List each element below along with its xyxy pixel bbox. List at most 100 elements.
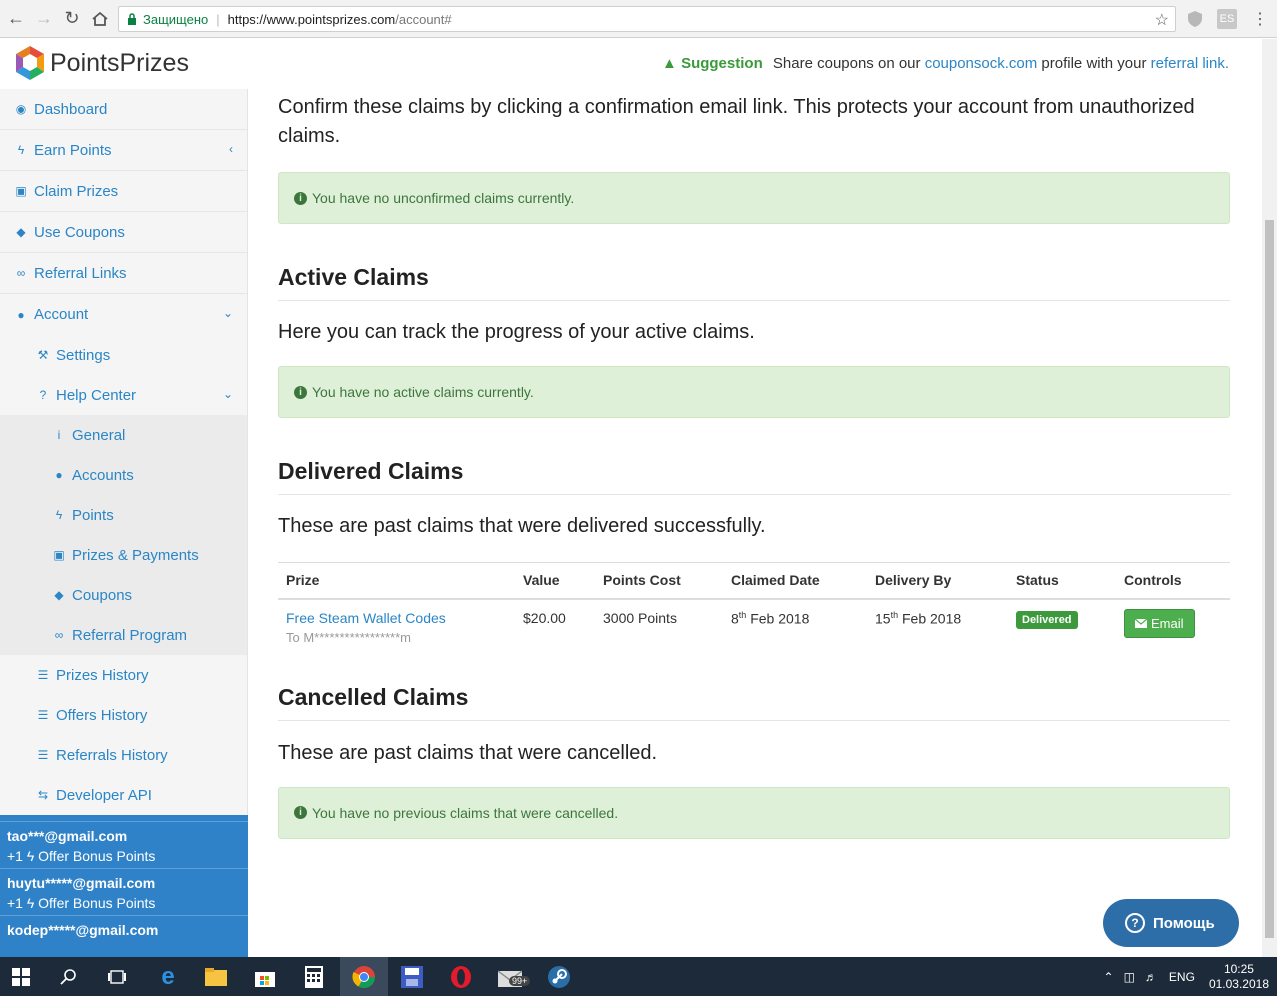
shield-icon[interactable] <box>1185 9 1205 29</box>
sidebar-item-settings[interactable]: ⚒ Settings <box>0 335 247 375</box>
cell-controls: Email <box>1116 599 1230 651</box>
sidebar-item-use-coupons[interactable]: ◆ Use Coupons <box>0 212 247 253</box>
sidebar-item-offers-history[interactable]: ☰ Offers History <box>0 695 247 735</box>
calculator-icon[interactable] <box>301 964 327 990</box>
delivered-claims-desc: These are past claims that were delivere… <box>278 515 766 537</box>
page-scrollbar[interactable] <box>1262 39 1277 957</box>
cell-delivery-by: 15th Feb 2018 <box>867 599 1008 651</box>
address-bar[interactable]: Защищено | https://www.pointsprizes.com /… <box>118 6 1176 32</box>
sidebar-item-points[interactable]: ϟ Points <box>0 495 247 535</box>
feed-item: tao***@gmail.com +1 ϟ Offer Bonus Points <box>0 821 248 868</box>
save-disk-icon[interactable] <box>399 964 425 990</box>
forward-icon[interactable]: → <box>32 7 56 31</box>
sidebar-item-label: Offers History <box>56 706 148 724</box>
network-icon[interactable]: ◫ <box>1124 970 1135 984</box>
sidebar-item-referral-links[interactable]: ∞ Referral Links <box>0 253 247 294</box>
alert-text: You have no previous claims that were ca… <box>312 804 619 821</box>
couponsock-link[interactable]: couponsock.com <box>925 55 1038 72</box>
suggestion-banner: ▲ Suggestion Share coupons on our coupon… <box>662 55 1229 72</box>
sidebar-item-label: Help Center <box>56 386 137 404</box>
table-icon: ☰ <box>37 748 49 762</box>
email-button-label: Email <box>1151 615 1184 631</box>
unconfirmed-alert: i You have no unconfirmed claims current… <box>278 172 1230 224</box>
language-indicator[interactable]: ENG <box>1169 970 1195 984</box>
chevron-left-icon: ‹ <box>229 142 233 156</box>
sidebar-item-prizes-payments[interactable]: ▣ Prizes & Payments <box>0 535 247 575</box>
menu-dots-icon[interactable]: ⋮ <box>1250 9 1270 29</box>
reload-icon[interactable]: ↻ <box>60 7 84 31</box>
sidebar-item-label: Developer API <box>56 786 152 804</box>
col-value: Value <box>515 562 595 600</box>
gift-icon: ▣ <box>15 184 27 198</box>
help-button[interactable]: ? Помощь <box>1103 899 1239 947</box>
store-icon[interactable] <box>252 964 278 990</box>
opera-icon[interactable] <box>448 964 474 990</box>
sidebar-item-help-center[interactable]: ? Help Center ⌄ <box>0 375 247 415</box>
sidebar-item-label: Referrals History <box>56 746 168 764</box>
col-status: Status <box>1008 562 1116 600</box>
sidebar-item-referral-program[interactable]: ∞ Referral Program <box>0 615 247 655</box>
chrome-icon[interactable] <box>351 964 377 990</box>
email-button[interactable]: Email <box>1124 608 1195 638</box>
bookmark-star-icon[interactable]: ☆ <box>1155 10 1169 30</box>
sidebar-item-coupons[interactable]: ◆ Coupons <box>0 575 247 615</box>
feed-item: kodep*****@gmail.com <box>0 915 248 957</box>
scrollbar-thumb[interactable] <box>1265 220 1274 938</box>
steam-icon[interactable] <box>546 964 572 990</box>
logo-text: PointsPrizes <box>50 48 189 77</box>
bolt-icon: ϟ <box>55 508 63 522</box>
extension-es-icon[interactable]: ES <box>1217 9 1237 29</box>
edge-browser-icon[interactable]: e <box>155 963 181 990</box>
alert-text: You have no unconfirmed claims currently… <box>312 190 575 206</box>
windows-start-icon[interactable] <box>8 964 34 990</box>
cell-status: Delivered <box>1008 599 1116 651</box>
wrench-icon: ⚒ <box>37 348 49 362</box>
referral-link[interactable]: referral link. <box>1151 55 1229 72</box>
sidebar-item-accounts[interactable]: ● Accounts <box>0 455 247 495</box>
sidebar-item-claim-prizes[interactable]: ▣ Claim Prizes <box>0 171 247 212</box>
question-circle-icon: ? <box>1125 913 1145 933</box>
back-icon[interactable]: ← <box>4 7 28 31</box>
sidebar-item-label: Prizes & Payments <box>72 546 199 564</box>
sidebar-item-label: General <box>72 426 126 444</box>
home-icon[interactable] <box>88 7 112 31</box>
delivery-day: 15 <box>875 610 891 627</box>
search-icon[interactable] <box>56 964 82 990</box>
sidebar-item-developer-api[interactable]: ⇆ Developer API <box>0 775 247 815</box>
unconfirmed-intro: Confirm these claims by clicking a confi… <box>278 96 1195 147</box>
sidebar-item-label: Account <box>34 306 89 323</box>
info-circle-icon: i <box>294 191 307 205</box>
mail-icon[interactable]: 99+ <box>497 964 531 990</box>
sidebar-item-label: Accounts <box>72 466 134 484</box>
delivered-claims-table: Prize Value Points Cost Claimed Date Del… <box>278 562 1230 651</box>
info-icon: i <box>57 428 61 442</box>
suggestion-label: Suggestion <box>681 55 763 72</box>
sidebar-item-prizes-history[interactable]: ☰ Prizes History <box>0 655 247 695</box>
sidebar-item-label: Earn Points <box>34 141 112 159</box>
sidebar-item-account[interactable]: ● Account ⌄ <box>0 294 247 335</box>
question-icon: ? <box>39 388 47 402</box>
volume-icon[interactable]: ♬ <box>1145 970 1157 984</box>
lock-icon <box>128 13 136 25</box>
feed-email: tao***@gmail.com <box>7 828 128 844</box>
cell-claimed-date: 8th Feb 2018 <box>723 599 867 651</box>
prize-link[interactable]: Free Steam Wallet Codes <box>286 610 446 626</box>
sidebar-item-dashboard[interactable]: ◉ Dashboard <box>0 89 247 130</box>
task-view-icon[interactable] <box>104 964 130 990</box>
tray-chevron-up-icon[interactable]: ⌃ <box>1104 970 1114 984</box>
sidebar-item-label: Use Coupons <box>34 223 125 241</box>
sidebar-item-label: Prizes History <box>56 666 149 684</box>
sidebar-item-referrals-history[interactable]: ☰ Referrals History <box>0 735 247 775</box>
sidebar-item-earn-points[interactable]: ϟ Earn Points ‹ <box>0 130 247 171</box>
feed-item: huytu*****@gmail.com +1 ϟ Offer Bonus Po… <box>0 868 248 915</box>
clock[interactable]: 10:25 01.03.2018 <box>1209 962 1269 992</box>
delivery-month-year: Feb 2018 <box>901 610 962 627</box>
dashboard-icon: ◉ <box>15 102 27 116</box>
sidebar-item-general[interactable]: i General <box>0 415 247 455</box>
windows-taskbar: e 99+ ⌃ ◫ ♬ ENG 10:25 01.03.2018 <box>0 957 1277 996</box>
claimed-day-suffix: th <box>738 609 747 620</box>
file-explorer-icon[interactable] <box>203 964 229 990</box>
site-logo[interactable]: PointsPrizes <box>14 45 189 81</box>
info-circle-icon: i <box>294 806 307 819</box>
suggestion-text-2: profile with your <box>1041 55 1147 72</box>
